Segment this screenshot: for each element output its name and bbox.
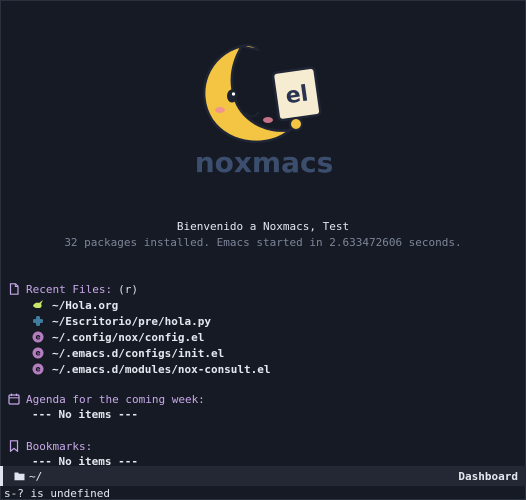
org-unicorn-icon — [33, 300, 43, 308]
svg-text:el: el — [284, 81, 310, 109]
startup-stats: 32 packages installed. Emacs started in … — [64, 236, 462, 249]
bookmarks-label: Bookmarks: — [26, 439, 93, 453]
calendar-icon — [8, 393, 20, 405]
file-path: ~/.emacs.d/modules/nox-consult.el — [52, 362, 271, 376]
file-path: ~/.config/nox/config.el — [52, 330, 205, 344]
mode-line: ~/ Dashboard — [0, 466, 526, 486]
agenda-label: Agenda for the coming week: — [26, 392, 205, 406]
buffer-directory[interactable]: ~/ — [29, 470, 42, 483]
recent-files-heading[interactable]: Recent Files: (r) — [8, 282, 138, 296]
folder-icon — [14, 472, 25, 481]
file-path: ~/.emacs.d/configs/init.el — [52, 346, 225, 360]
file-path: ~/Hola.org — [52, 298, 119, 312]
wordmark: noxmacs — [195, 146, 334, 179]
svg-text:e: e — [35, 349, 40, 358]
agenda-empty-text: --- No items --- — [32, 408, 138, 421]
list-item[interactable]: e ~/.config/nox/config.el — [32, 330, 204, 344]
bookmarks-heading[interactable]: Bookmarks: — [8, 439, 92, 453]
welcome-message: Bienvenido a Noxmacs, Test — [176, 220, 350, 233]
list-item[interactable]: e ~/.emacs.d/modules/nox-consult.el — [32, 362, 271, 376]
bookmark-icon — [9, 440, 19, 452]
agenda-heading[interactable]: Agenda for the coming week: — [8, 392, 205, 406]
python-icon — [33, 316, 43, 326]
list-item[interactable]: e ~/.emacs.d/configs/init.el — [32, 346, 224, 360]
major-mode[interactable]: Dashboard — [458, 470, 518, 483]
file-path: ~/Escritorio/pre/hola.py — [52, 314, 211, 328]
recent-files-label: Recent Files: — [26, 282, 113, 296]
list-item[interactable]: ~/Escritorio/pre/hola.py — [32, 314, 211, 328]
noxmacs-logo: el noxmacs — [195, 44, 334, 179]
svg-text:e: e — [35, 333, 40, 342]
elisp-icon: e — [32, 363, 44, 375]
recent-files-shortcut: (r) — [118, 282, 138, 296]
file-icon — [9, 283, 19, 295]
elisp-icon: e — [32, 347, 44, 359]
svg-text:e: e — [35, 365, 40, 374]
echo-area: s-? is undefined — [4, 487, 110, 500]
elisp-icon: e — [32, 331, 44, 343]
mode-line-indicator — [0, 466, 3, 486]
list-item[interactable]: ~/Hola.org — [32, 298, 118, 312]
